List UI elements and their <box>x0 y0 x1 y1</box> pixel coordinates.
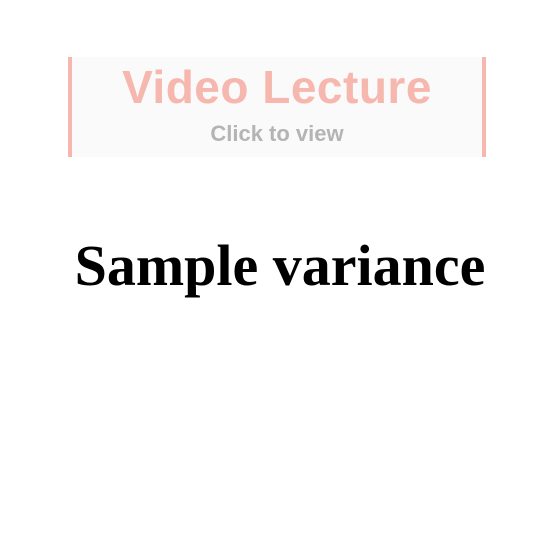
video-lecture-title: Video Lecture <box>122 61 432 113</box>
page-title: Sample variance <box>74 233 486 298</box>
video-lecture-button[interactable]: Video Lecture Click to view <box>68 57 486 157</box>
click-to-view-label: Click to view <box>210 121 344 146</box>
page: Video Lecture Click to view Sample varia… <box>0 0 560 540</box>
